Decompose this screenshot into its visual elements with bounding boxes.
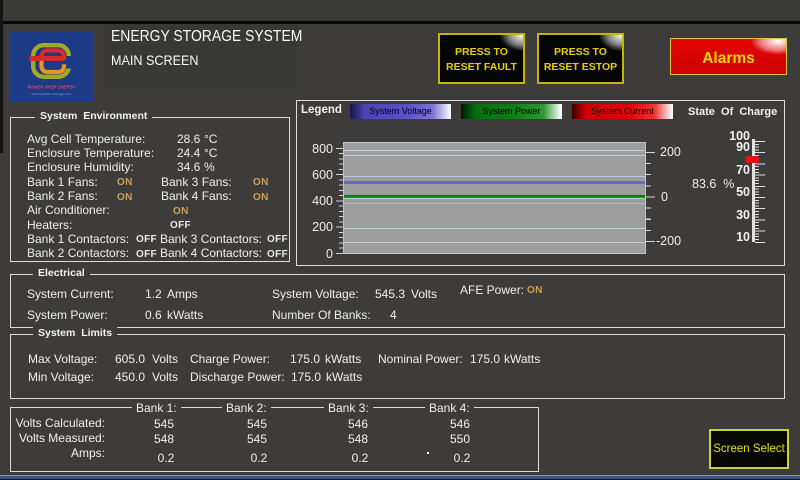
- svg-text:POWER OVER ENERGY: POWER OVER ENERGY: [28, 85, 77, 90]
- svg-text:www.power-energy.com: www.power-energy.com: [32, 91, 73, 96]
